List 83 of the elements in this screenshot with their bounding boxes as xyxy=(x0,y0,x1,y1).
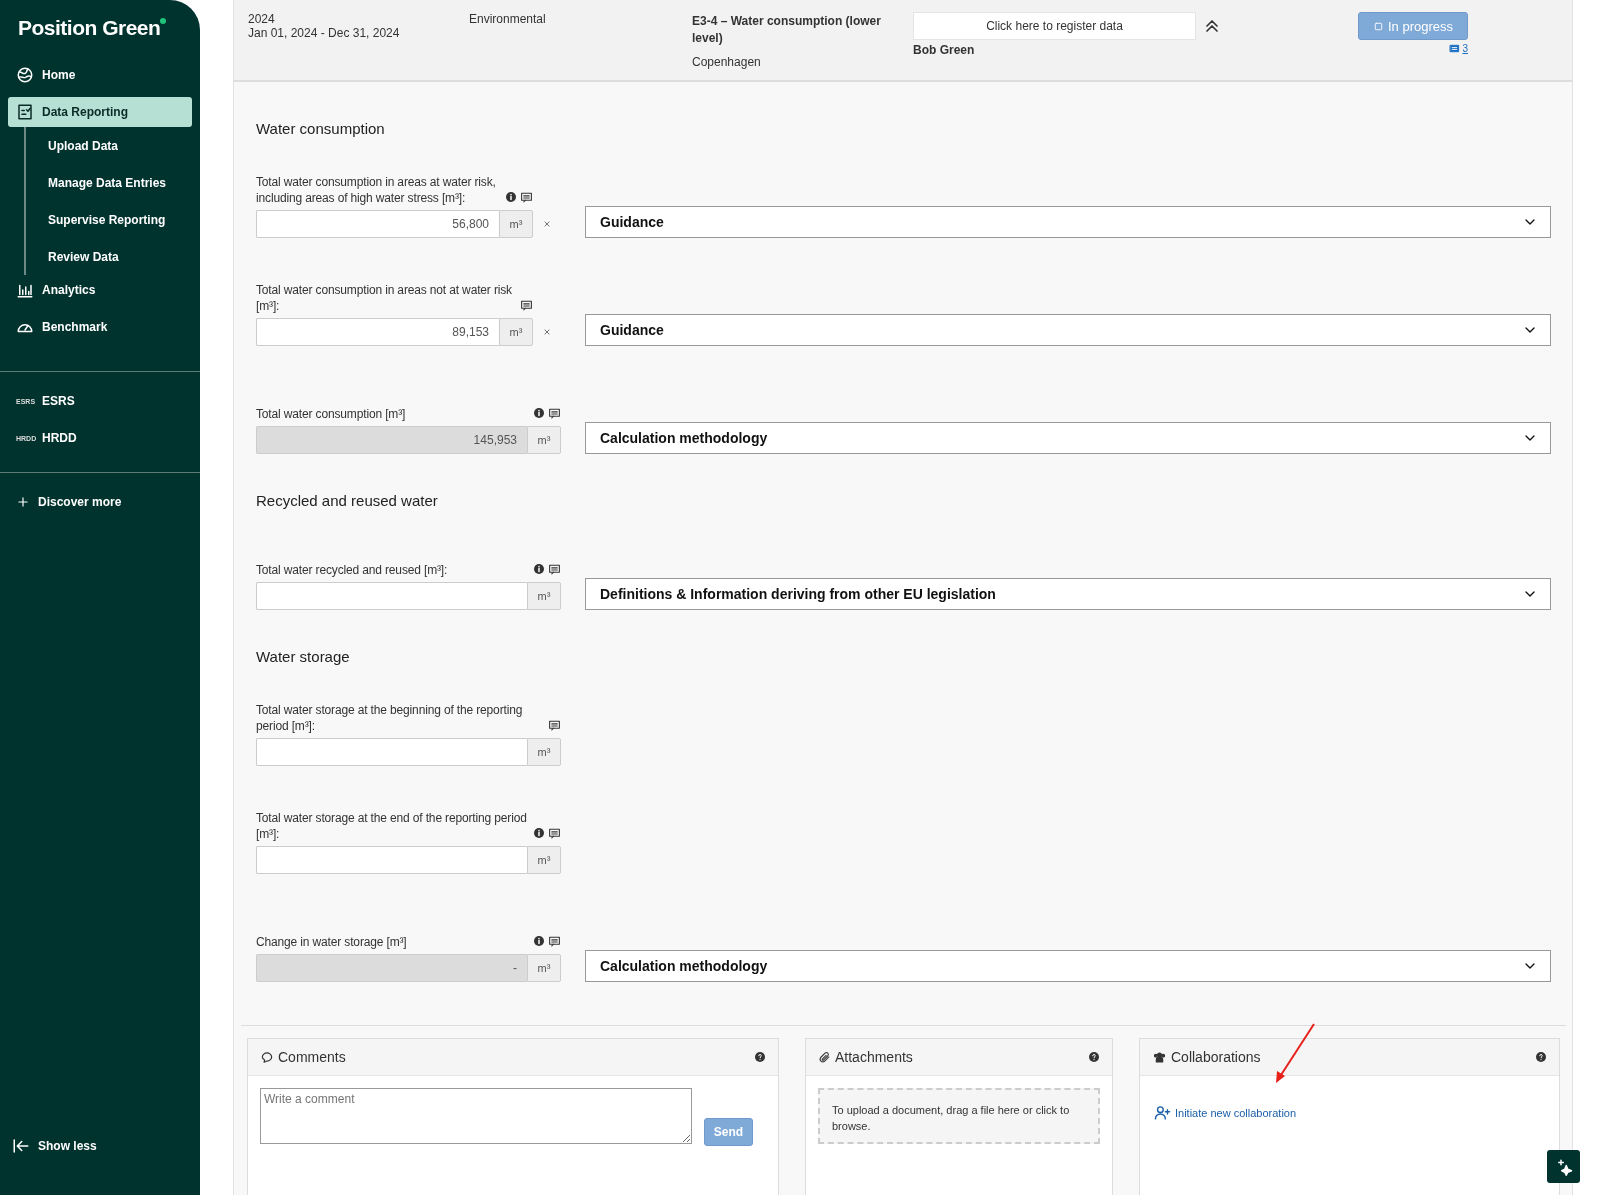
assignee: Bob Green xyxy=(913,43,976,57)
sidebar-subitem[interactable]: Manage Data Entries xyxy=(26,164,192,201)
comment-input[interactable]: Write a comment xyxy=(260,1088,692,1144)
location: Copenhagen xyxy=(692,55,762,69)
unit-label: m³ xyxy=(499,210,533,238)
clear-icon xyxy=(542,219,552,229)
sidebar-item[interactable]: Home xyxy=(8,60,192,90)
number-input[interactable]: 145,953 xyxy=(256,426,527,454)
unit-label: m³ xyxy=(527,954,561,982)
comment-icon xyxy=(520,191,533,204)
section-heading: Water storage xyxy=(256,648,351,667)
panel-title: Attachments xyxy=(835,1049,914,1065)
logo-dot xyxy=(160,18,167,24)
guidance-dropdown[interactable]: Calculation methodology xyxy=(585,422,1551,454)
period: Jan 01, 2024 - Dec 31, 2024 xyxy=(248,26,401,40)
info-icon xyxy=(533,407,545,419)
comment-count-link[interactable]: 3 xyxy=(1449,43,1468,54)
help-icon xyxy=(1088,1051,1100,1063)
paperclip-icon xyxy=(818,1050,831,1064)
register-data-button[interactable]: Click here to register data xyxy=(913,12,1196,40)
initiate-collaboration-link[interactable]: Initiate new collaboration xyxy=(1154,1104,1297,1121)
unit-label: m³ xyxy=(527,582,561,610)
add-user-icon xyxy=(1154,1104,1171,1121)
number-input[interactable] xyxy=(256,582,527,610)
unit-label: m³ xyxy=(499,318,533,346)
info-icon xyxy=(533,935,545,947)
field-label: Total water consumption in areas at water risk, including areas of high water stress [m³]: xyxy=(256,174,497,206)
comment-icon xyxy=(548,719,561,732)
file-drop-zone[interactable]: To upload a document, drag a file here or click to browse. xyxy=(818,1088,1100,1144)
comment-icon xyxy=(520,299,533,312)
panel-title: Comments xyxy=(278,1049,347,1065)
number-input[interactable]: 56,800 xyxy=(256,210,499,238)
checklist-icon xyxy=(16,103,34,121)
message-icon xyxy=(1449,43,1461,54)
sidebar-subitem[interactable]: Upload Data xyxy=(26,127,192,164)
field-label: Total water storage at the end of the reporting period [m³]: xyxy=(256,810,528,842)
number-input[interactable]: - xyxy=(256,954,527,982)
assistant-button[interactable] xyxy=(1547,1150,1580,1183)
sidebar-item[interactable]: Data Reporting xyxy=(8,97,192,127)
show-less-button[interactable]: Show less xyxy=(0,1137,200,1195)
comment-icon xyxy=(548,563,561,576)
globe-icon xyxy=(16,66,34,84)
guidance-dropdown[interactable]: Guidance xyxy=(585,206,1551,238)
comment-icon xyxy=(548,935,561,948)
number-input[interactable] xyxy=(256,846,527,874)
number-input[interactable] xyxy=(256,738,527,766)
sidebar-item[interactable]: Discover more xyxy=(8,487,192,517)
plus-icon xyxy=(16,495,30,509)
sidebar-subitem[interactable]: Supervise Reporting xyxy=(26,201,192,238)
field-label: Total water consumption [m³] xyxy=(256,406,407,422)
logo: Position Green xyxy=(18,16,161,40)
sidebar-item[interactable]: Analytics xyxy=(8,275,192,305)
section-heading: Recycled and reused water xyxy=(256,492,439,511)
field-label: Total water recycled and reused [m³]: xyxy=(256,562,449,578)
sidebar-item[interactable]: Benchmark xyxy=(8,312,192,342)
field-label: Total water consumption in areas not at water risk [m³]: xyxy=(256,282,513,314)
help-icon xyxy=(1535,1051,1547,1063)
section-heading: Water consumption xyxy=(256,120,386,139)
number-input[interactable]: 89,153 xyxy=(256,318,499,346)
info-icon xyxy=(505,191,517,203)
annotation-arrow xyxy=(1274,1022,1316,1084)
indicator-title: E3-4 – Water consumption (lower level) xyxy=(692,13,882,47)
clear-icon xyxy=(542,327,552,337)
info-icon xyxy=(533,563,545,575)
unit-label: m³ xyxy=(527,426,561,454)
category: Environmental xyxy=(469,12,547,26)
comment-icon xyxy=(548,827,561,840)
guidance-dropdown[interactable]: Guidance xyxy=(585,314,1551,346)
unit-label: m³ xyxy=(527,846,561,874)
field-label: Total water storage at the beginning of the reporting period [m³]: xyxy=(256,702,524,734)
year: 2024 xyxy=(248,12,276,26)
info-icon xyxy=(533,827,545,839)
comment-icon xyxy=(548,407,561,420)
collapse-arrow-icon xyxy=(12,1137,30,1155)
guidance-dropdown[interactable]: Definitions & Information deriving from other EU legislation xyxy=(585,578,1551,610)
square-icon xyxy=(1372,20,1384,32)
help-icon xyxy=(754,1051,766,1063)
panel-title: Collaborations xyxy=(1171,1049,1262,1065)
speech-bubble-icon xyxy=(260,1050,274,1064)
unit-label: m³ xyxy=(527,738,561,766)
sidebar-subitem[interactable]: Review Data xyxy=(26,238,192,275)
field-label: Change in water storage [m³] xyxy=(256,934,408,950)
guidance-dropdown[interactable]: Calculation methodology xyxy=(585,950,1551,982)
